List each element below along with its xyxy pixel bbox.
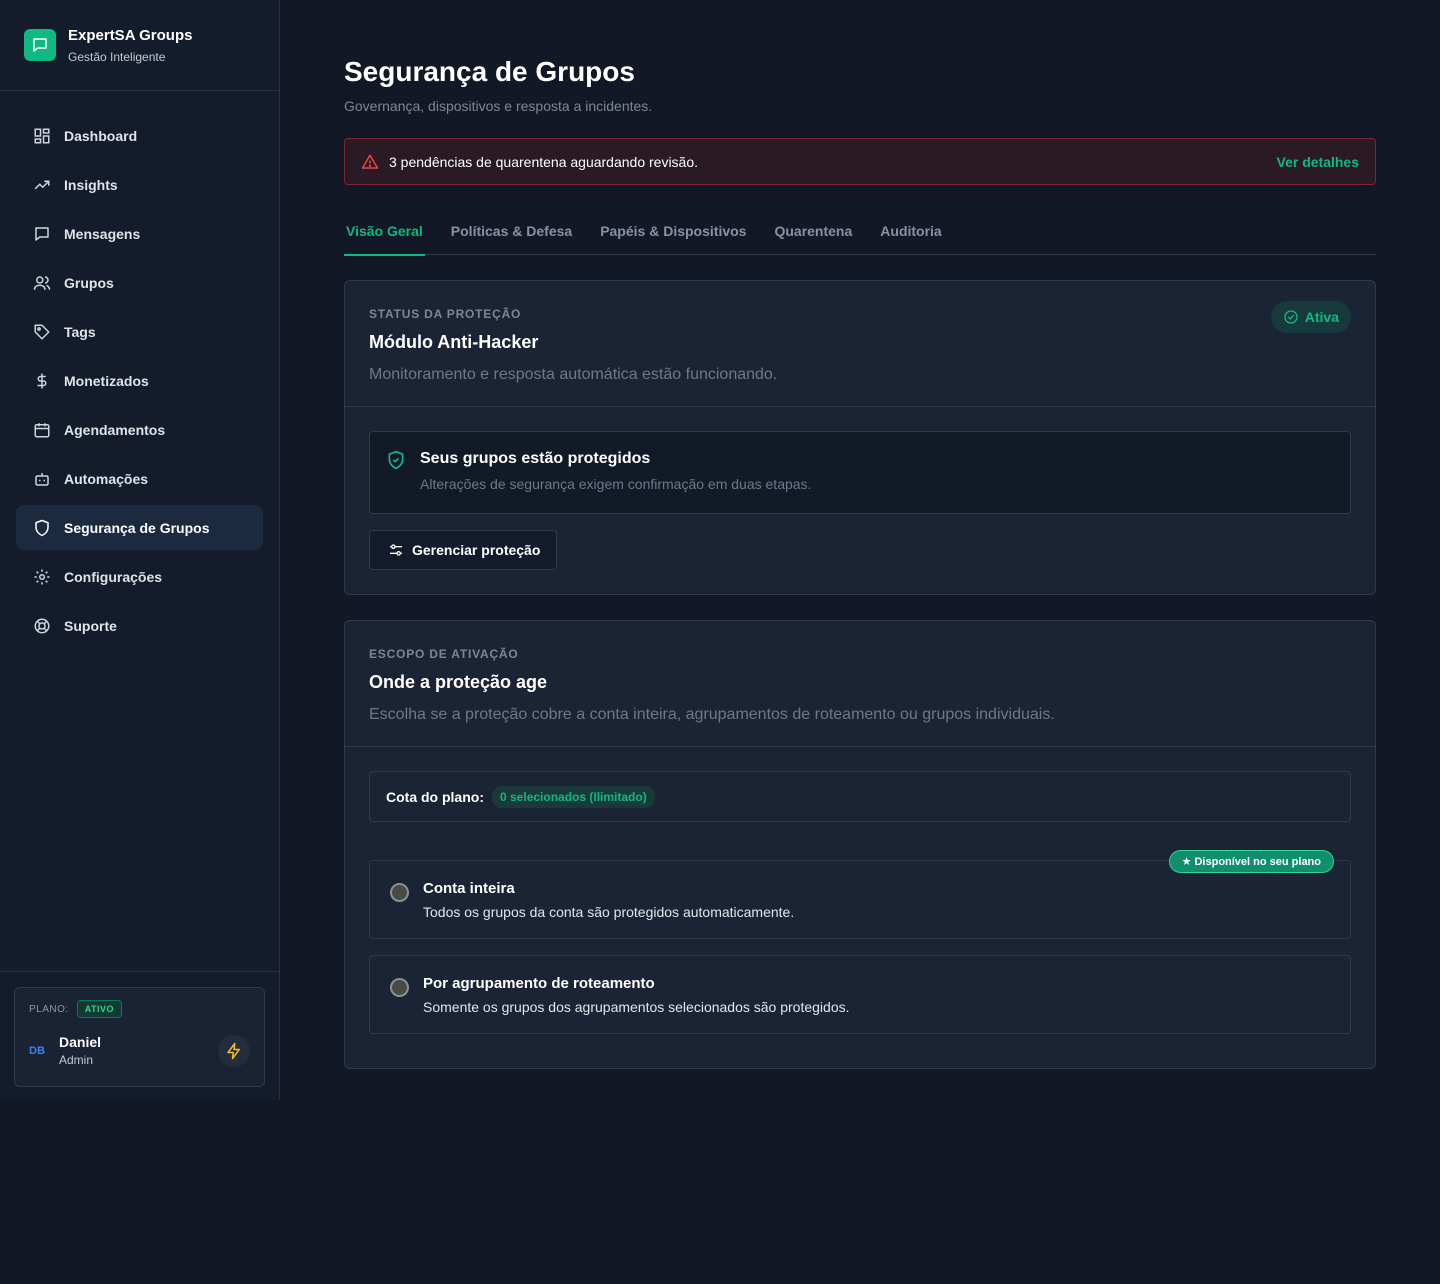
upgrade-button[interactable]: [218, 1034, 250, 1067]
message-icon: [32, 224, 52, 244]
avatar: DB: [29, 1044, 45, 1057]
lifebuoy-icon: [32, 616, 52, 636]
option-description: Todos os grupos da conta são protegidos …: [423, 904, 795, 920]
plan-label: PLANO:: [29, 1003, 69, 1015]
dashboard-icon: [32, 126, 52, 146]
sidebar-item-dashboard[interactable]: Dashboard: [16, 113, 263, 158]
trending-up-icon: [32, 175, 52, 195]
notice-title: Seus grupos estão protegidos: [420, 450, 651, 467]
sidebar-item-tags[interactable]: Tags: [16, 309, 263, 354]
quarantine-alert: 3 pendências de quarentena aguardando re…: [344, 138, 1376, 185]
sidebar-item-configuracoes[interactable]: Configurações: [16, 554, 263, 599]
alert-text: 3 pendências de quarentena aguardando re…: [389, 153, 699, 170]
main-content: Segurança de Grupos Governança, disposit…: [344, 0, 1376, 1069]
card-eyebrow: ESCOPO DE ATIVAÇÃO: [369, 647, 519, 661]
protection-status-card: STATUS DA PROTEÇÃO Módulo Anti-Hacker Mo…: [344, 280, 1376, 595]
sidebar: ExpertSA Groups Gestão Inteligente Dashb…: [0, 0, 280, 1100]
protected-notice: Seus grupos estão protegidos Alterações …: [369, 431, 1351, 514]
sidebar-item-label: Suporte: [64, 617, 117, 634]
shield-check-icon: [386, 450, 406, 495]
sidebar-item-label: Insights: [64, 176, 118, 193]
sidebar-item-mensagens[interactable]: Mensagens: [16, 211, 263, 256]
scope-option-routing[interactable]: Por agrupamento de roteamento Somente os…: [369, 955, 1351, 1034]
tab-auditoria[interactable]: Auditoria: [878, 223, 943, 255]
tab-papeis-dispositivos[interactable]: Papéis & Dispositivos: [598, 223, 748, 255]
card-description: Monitoramento e resposta automática estã…: [369, 366, 778, 383]
quota-badge: 0 selecionados (Ilimitado): [492, 785, 655, 808]
sidebar-item-label: Automações: [64, 470, 149, 487]
sidebar-item-label: Monetizados: [64, 372, 149, 389]
sidebar-item-label: Configurações: [64, 568, 163, 585]
view-details-link[interactable]: Ver detalhes: [1277, 154, 1360, 170]
tag-icon: [32, 322, 52, 342]
radio-account[interactable]: [390, 883, 409, 902]
tab-quarentena[interactable]: Quarentena: [772, 223, 854, 255]
user-role: Admin: [59, 1053, 94, 1067]
scope-option-account[interactable]: Conta inteira Todos os grupos da conta s…: [369, 850, 1351, 939]
card-description: Escolha se a proteção cobre a conta inte…: [369, 706, 1055, 723]
option-title: Conta inteira: [423, 880, 515, 897]
page-title: Segurança de Grupos: [344, 56, 635, 87]
sidebar-item-suporte[interactable]: Suporte: [16, 603, 263, 648]
shield-icon: [32, 518, 52, 538]
tab-visao-geral[interactable]: Visão Geral: [344, 223, 425, 256]
plan-quota: Cota do plano: 0 selecionados (Ilimitado…: [369, 771, 1351, 822]
warning-icon: [361, 153, 379, 171]
sidebar-item-label: Dashboard: [64, 127, 138, 144]
sidebar-item-label: Agendamentos: [64, 421, 166, 438]
card-eyebrow: STATUS DA PROTEÇÃO: [369, 307, 522, 321]
option-title: Por agrupamento de roteamento: [423, 975, 655, 992]
sidebar-item-label: Segurança de Grupos: [64, 519, 210, 536]
sliders-icon: [388, 542, 404, 558]
option-description: Somente os grupos dos agrupamentos selec…: [423, 999, 850, 1015]
sidebar-item-automacoes[interactable]: Automações: [16, 456, 263, 501]
page-subtitle: Governança, dispositivos e resposta a in…: [344, 98, 653, 114]
brand-title: ExpertSA Groups: [68, 26, 193, 44]
check-circle-icon: [1283, 309, 1299, 325]
sidebar-item-label: Tags: [64, 323, 96, 340]
status-badge: Ativa: [1270, 301, 1351, 333]
sidebar-item-seguranca[interactable]: Segurança de Grupos: [16, 505, 263, 550]
notice-description: Alterações de segurança exigem confirmaç…: [420, 476, 812, 492]
manage-protection-label: Gerenciar proteção: [412, 542, 541, 558]
card-title: Onde a proteção age: [369, 672, 548, 692]
sidebar-nav: Dashboard Insights Mensagens Grupos Tags…: [0, 91, 279, 648]
card-title: Módulo Anti-Hacker: [369, 332, 539, 352]
app-root: ExpertSA Groups Gestão Inteligente Dashb…: [0, 0, 1440, 1284]
brand-subtitle: Gestão Inteligente: [68, 49, 166, 64]
plan-card: PLANO: ATIVO DB Daniel Admin: [14, 987, 265, 1087]
tab-politicas-defesa[interactable]: Políticas & Defesa: [449, 223, 574, 255]
calendar-icon: [32, 420, 52, 440]
dollar-icon: [32, 371, 52, 391]
users-icon: [32, 273, 52, 293]
sidebar-item-insights[interactable]: Insights: [16, 162, 263, 207]
quota-label: Cota do plano:: [386, 788, 484, 805]
sidebar-item-grupos[interactable]: Grupos: [16, 260, 263, 305]
user-name: Daniel: [59, 1034, 102, 1050]
tabs: Visão Geral Políticas & Defesa Papéis & …: [344, 223, 1376, 256]
sidebar-item-monetizados[interactable]: Monetizados: [16, 358, 263, 403]
available-plan-badge: ★ Disponível no seu plano: [1168, 850, 1334, 873]
manage-protection-button[interactable]: Gerenciar proteção: [369, 530, 557, 570]
gear-icon: [32, 567, 52, 587]
status-text: Ativa: [1304, 309, 1339, 325]
radio-routing[interactable]: [390, 978, 409, 997]
sidebar-item-label: Grupos: [64, 274, 114, 291]
user-profile[interactable]: DB Daniel Admin: [29, 1034, 250, 1067]
sidebar-item-label: Mensagens: [64, 225, 141, 242]
plan-status-badge: ATIVO: [76, 1000, 123, 1018]
activation-scope-card: ESCOPO DE ATIVAÇÃO Onde a proteção age E…: [344, 620, 1376, 1069]
brand[interactable]: ExpertSA Groups Gestão Inteligente: [0, 0, 279, 91]
chat-logo-icon: [24, 29, 56, 61]
sidebar-footer: PLANO: ATIVO DB Daniel Admin: [0, 971, 279, 1102]
bot-icon: [32, 469, 52, 489]
bolt-icon: [225, 1042, 243, 1060]
sidebar-item-agendamentos[interactable]: Agendamentos: [16, 407, 263, 452]
